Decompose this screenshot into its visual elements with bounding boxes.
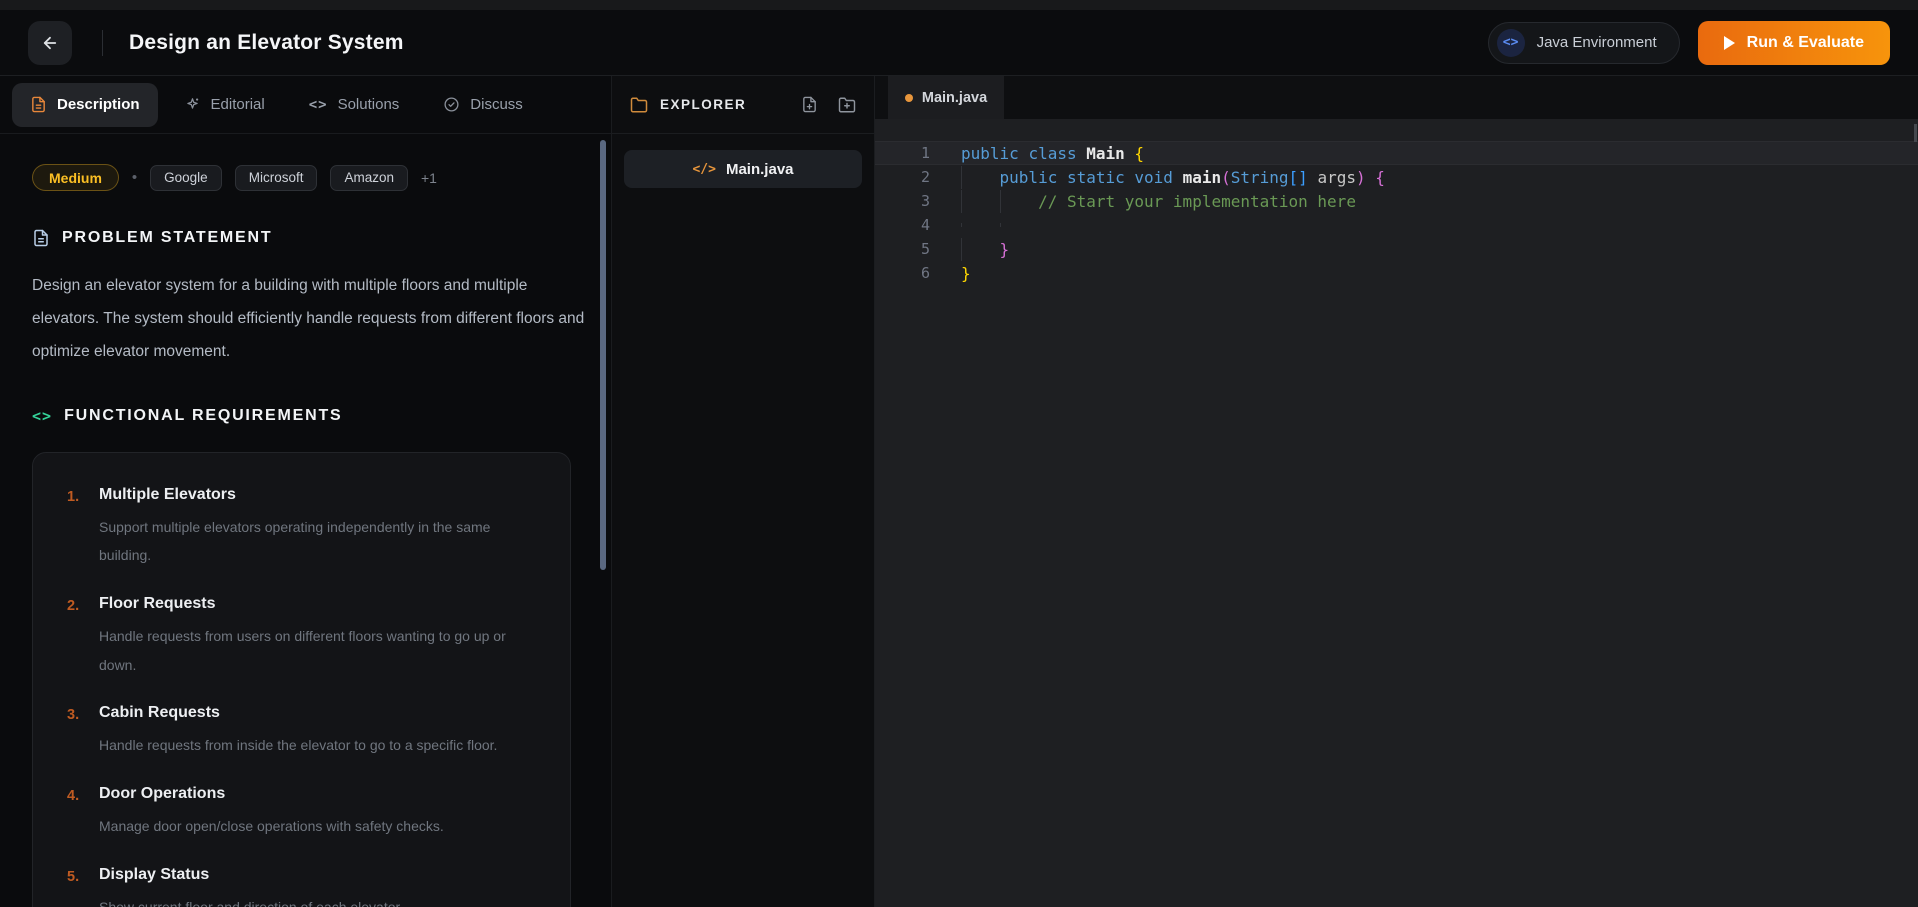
tab-label: Discuss xyxy=(470,96,523,113)
file-name: Main.java xyxy=(726,161,794,178)
requirement-number: 2. xyxy=(55,595,84,679)
file-explorer: EXPLORER </> Main.java xyxy=(612,76,875,907)
line-number: 2 xyxy=(875,168,930,186)
editor-scrollbar-thumb[interactable] xyxy=(1914,124,1917,142)
tab-description[interactable]: Description xyxy=(12,83,158,127)
tab-editorial[interactable]: Editorial xyxy=(166,83,283,127)
requirement-title: Cabin Requests xyxy=(99,704,497,722)
document-icon xyxy=(30,96,47,113)
heading-label: PROBLEM STATEMENT xyxy=(62,229,272,247)
line-number: 6 xyxy=(875,264,930,282)
tab-discuss[interactable]: Discuss xyxy=(425,83,541,127)
tab-label: Description xyxy=(57,96,140,113)
document-icon xyxy=(32,229,50,247)
editor-tab-main-java[interactable]: Main.java xyxy=(888,76,1004,119)
requirement-item: 2. Floor Requests Handle requests from u… xyxy=(55,595,542,679)
code-line[interactable]: 5 } xyxy=(875,237,1918,261)
requirement-description: Handle requests from users on different … xyxy=(99,622,542,679)
header-divider xyxy=(102,30,103,56)
indent-guide xyxy=(961,190,962,213)
more-companies-badge[interactable]: +1 xyxy=(421,170,437,186)
requirement-number: 4. xyxy=(55,785,84,841)
play-icon xyxy=(1724,36,1735,50)
window-top-edge xyxy=(0,0,1918,10)
check-circle-icon xyxy=(443,96,460,113)
line-number: 3 xyxy=(875,192,930,210)
editor-tab-bar: Main.java xyxy=(875,76,1918,119)
code-line[interactable]: 4 xyxy=(875,213,1918,237)
sparkles-icon xyxy=(184,96,201,113)
code-brackets-icon: <> xyxy=(1497,29,1525,57)
file-item-main-java[interactable]: </> Main.java xyxy=(624,150,862,188)
code-brackets-icon: <> xyxy=(32,407,52,425)
requirement-number: 5. xyxy=(55,866,84,907)
requirement-number: 1. xyxy=(55,486,84,570)
difficulty-badge: Medium xyxy=(32,164,119,191)
indent-guide xyxy=(961,238,962,261)
code-brackets-icon: <> xyxy=(309,97,328,113)
environment-label: Java Environment xyxy=(1537,34,1657,51)
line-number: 1 xyxy=(875,144,930,162)
explorer-header: EXPLORER xyxy=(612,76,874,134)
requirement-title: Multiple Elevators xyxy=(99,486,542,504)
code-line[interactable]: 2 public static void main(String[] args)… xyxy=(875,165,1918,189)
panel-tabs: Description Editorial <> Solutions Discu… xyxy=(0,76,611,134)
requirement-number: 3. xyxy=(55,704,84,760)
indent-guide xyxy=(1000,190,1001,213)
top-bar: Design an Elevator System <> Java Enviro… xyxy=(0,10,1918,76)
back-button[interactable] xyxy=(28,21,72,65)
functional-requirements-heading: <> FUNCTIONAL REQUIREMENTS xyxy=(32,407,571,425)
problem-statement-text: Design an elevator system for a building… xyxy=(32,270,587,369)
tab-solutions[interactable]: <> Solutions xyxy=(291,83,418,127)
unsaved-dot-icon xyxy=(905,94,913,102)
run-evaluate-label: Run & Evaluate xyxy=(1747,34,1864,52)
environment-badge[interactable]: <> Java Environment xyxy=(1488,22,1680,64)
folder-icon xyxy=(630,96,648,114)
requirement-item: 3. Cabin Requests Handle requests from i… xyxy=(55,704,542,760)
run-evaluate-button[interactable]: Run & Evaluate xyxy=(1698,21,1890,65)
requirement-item: 1. Multiple Elevators Support multiple e… xyxy=(55,486,542,570)
indent-guide xyxy=(961,166,962,189)
indent-guide xyxy=(1000,223,1001,227)
requirement-description: Support multiple elevators operating ind… xyxy=(99,513,542,570)
tab-label: Solutions xyxy=(338,96,400,113)
requirement-description: Show current floor and direction of each… xyxy=(99,893,403,907)
code-line[interactable]: 3 // Start your implementation here xyxy=(875,189,1918,213)
requirement-description: Handle requests from inside the elevator… xyxy=(99,731,497,760)
line-number: 5 xyxy=(875,240,930,258)
company-tag-microsoft[interactable]: Microsoft xyxy=(235,165,318,191)
requirement-title: Floor Requests xyxy=(99,595,542,613)
requirement-item: 5. Display Status Show current floor and… xyxy=(55,866,542,907)
requirement-description: Manage door open/close operations with s… xyxy=(99,812,444,841)
code-line[interactable]: 6} xyxy=(875,261,1918,285)
new-folder-icon[interactable] xyxy=(838,96,856,114)
problem-meta: Medium • Google Microsoft Amazon +1 xyxy=(32,164,571,191)
requirement-title: Display Status xyxy=(99,866,403,884)
heading-label: FUNCTIONAL REQUIREMENTS xyxy=(64,407,342,425)
requirement-title: Door Operations xyxy=(99,785,444,803)
requirement-item: 4. Door Operations Manage door open/clos… xyxy=(55,785,542,841)
company-tag-amazon[interactable]: Amazon xyxy=(330,165,408,191)
code-line[interactable]: 1public class Main { xyxy=(875,141,1918,165)
line-number: 4 xyxy=(875,216,930,234)
code-file-icon: </> xyxy=(692,162,715,177)
panel-scrollbar-thumb[interactable] xyxy=(600,140,606,570)
tab-label: Editorial xyxy=(211,96,265,113)
arrow-left-icon xyxy=(41,34,59,52)
problem-statement-heading: PROBLEM STATEMENT xyxy=(32,229,571,247)
code-area[interactable]: 1public class Main {2 public static void… xyxy=(875,119,1918,907)
company-tag-google[interactable]: Google xyxy=(150,165,222,191)
new-file-icon[interactable] xyxy=(801,96,818,113)
page-title: Design an Elevator System xyxy=(129,31,404,55)
code-editor: Main.java 1public class Main {2 public s… xyxy=(875,76,1918,907)
separator-dot: • xyxy=(132,169,137,186)
explorer-title: EXPLORER xyxy=(660,97,746,112)
indent-guide xyxy=(961,223,962,227)
editor-tab-label: Main.java xyxy=(922,90,987,106)
description-panel: Description Editorial <> Solutions Discu… xyxy=(0,76,612,907)
requirements-card: 1. Multiple Elevators Support multiple e… xyxy=(32,452,571,907)
